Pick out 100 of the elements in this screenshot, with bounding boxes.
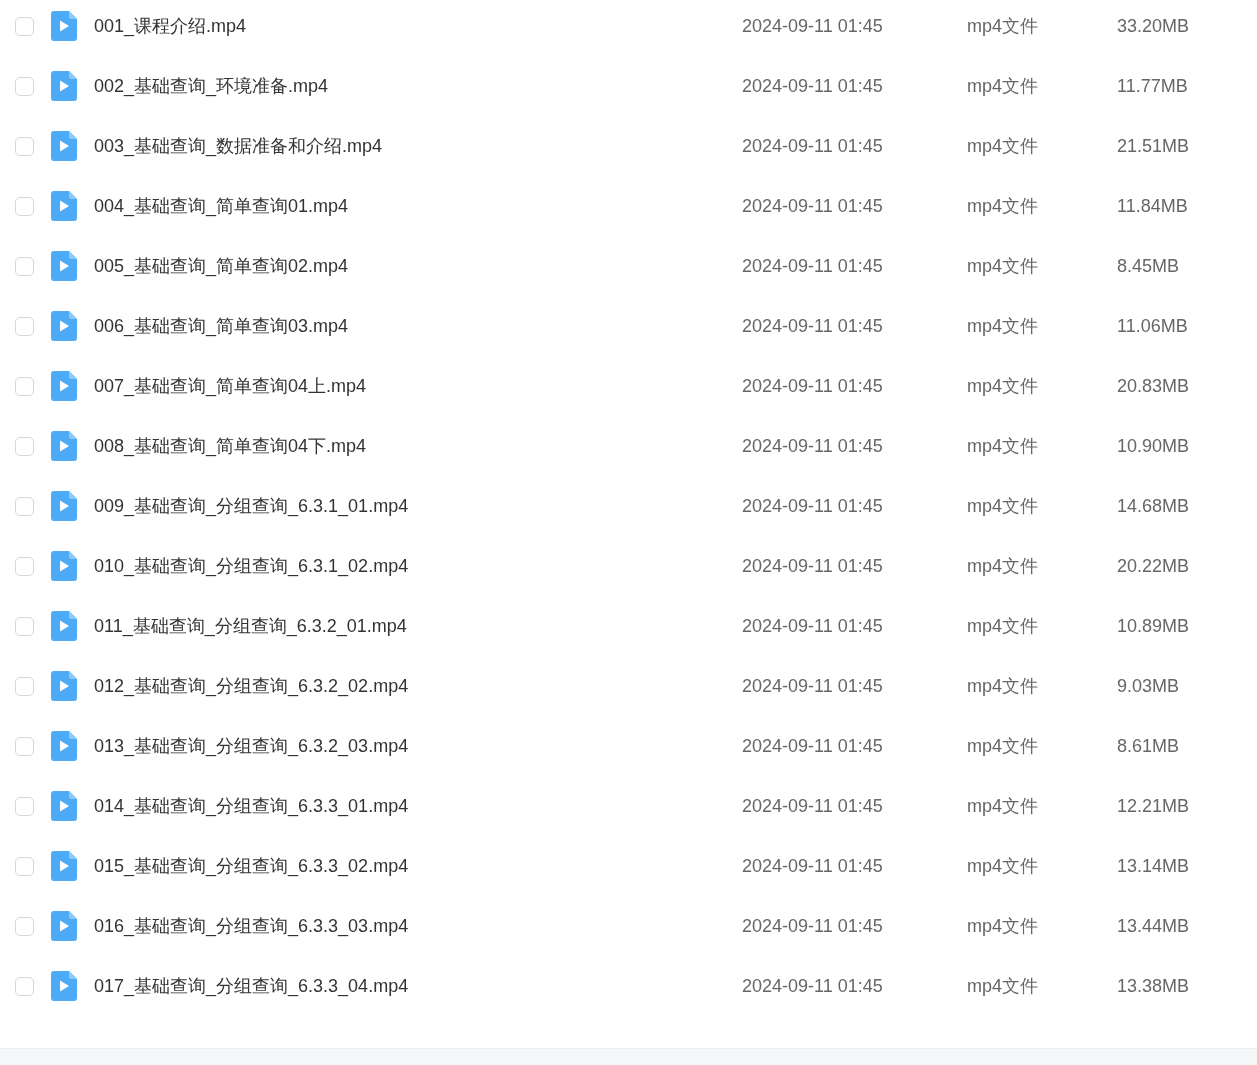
- file-type: mp4文件: [967, 735, 1039, 758]
- file-size: 11.06MB: [1117, 315, 1188, 337]
- video-file-icon: [51, 671, 77, 701]
- file-type: mp4文件: [967, 435, 1039, 458]
- video-file-icon: [51, 611, 77, 641]
- file-size: 12.21MB: [1117, 795, 1190, 817]
- checkbox[interactable]: [15, 856, 34, 876]
- file-name[interactable]: 003_基础查询_数据准备和介绍.mp4: [94, 134, 742, 158]
- video-file-icon: [51, 971, 77, 1001]
- video-file-icon: [51, 911, 77, 941]
- file-type: mp4文件: [967, 855, 1039, 878]
- file-size: 13.38MB: [1117, 975, 1190, 997]
- file-name[interactable]: 008_基础查询_简单查询04下.mp4: [94, 434, 742, 458]
- video-file-icon: [51, 11, 77, 41]
- checkbox[interactable]: [15, 796, 34, 816]
- checkbox[interactable]: [15, 436, 34, 456]
- file-name[interactable]: 016_基础查询_分组查询_6.3.3_03.mp4: [94, 914, 742, 938]
- modified-date: 2024-09-11 01:45: [742, 75, 884, 97]
- file-size: 14.68MB: [1117, 495, 1190, 517]
- modified-date: 2024-09-11 01:45: [742, 375, 884, 397]
- modified-date: 2024-09-11 01:45: [742, 795, 884, 817]
- checkbox[interactable]: [15, 76, 34, 96]
- checkbox[interactable]: [15, 316, 34, 336]
- file-size: 21.51MB: [1117, 135, 1190, 157]
- modified-date: 2024-09-11 01:45: [742, 255, 884, 277]
- modified-date: 2024-09-11 01:45: [742, 855, 884, 877]
- video-file-icon: [51, 251, 77, 281]
- file-type: mp4文件: [967, 15, 1039, 38]
- file-size: 13.44MB: [1117, 915, 1190, 937]
- video-file-icon: [51, 131, 77, 161]
- file-size: 33.20MB: [1117, 15, 1190, 37]
- video-file-icon: [51, 731, 77, 761]
- file-name[interactable]: 005_基础查询_简单查询02.mp4: [94, 254, 742, 278]
- video-file-icon: [51, 551, 77, 581]
- video-file-icon: [51, 491, 77, 521]
- modified-date: 2024-09-11 01:45: [742, 435, 884, 457]
- file-name[interactable]: 011_基础查询_分组查询_6.3.2_01.mp4: [94, 614, 742, 638]
- modified-date: 2024-09-11 01:45: [742, 15, 884, 37]
- modified-date: 2024-09-11 01:45: [742, 615, 884, 637]
- file-name[interactable]: 002_基础查询_环境准备.mp4: [94, 74, 742, 98]
- video-file-icon: [51, 851, 77, 881]
- file-size: 9.03MB: [1117, 675, 1180, 697]
- checkbox[interactable]: [15, 736, 34, 756]
- file-size: 11.77MB: [1117, 75, 1188, 97]
- file-type: mp4文件: [967, 675, 1039, 698]
- modified-date: 2024-09-11 01:45: [742, 495, 884, 517]
- file-name[interactable]: 010_基础查询_分组查询_6.3.1_02.mp4: [94, 554, 742, 578]
- file-name[interactable]: 017_基础查询_分组查询_6.3.3_04.mp4: [94, 974, 742, 998]
- file-name[interactable]: 014_基础查询_分组查询_6.3.3_01.mp4: [94, 794, 742, 818]
- modified-date: 2024-09-11 01:45: [742, 195, 884, 217]
- file-type: mp4文件: [967, 375, 1039, 398]
- file-size: 20.83MB: [1117, 375, 1190, 397]
- video-file-icon: [51, 191, 77, 221]
- file-size: 10.89MB: [1117, 615, 1190, 637]
- file-type: mp4文件: [967, 975, 1039, 998]
- file-size: 11.84MB: [1117, 195, 1188, 217]
- file-name[interactable]: 004_基础查询_简单查询01.mp4: [94, 194, 742, 218]
- modified-date: 2024-09-11 01:45: [742, 315, 884, 337]
- video-file-icon: [51, 791, 77, 821]
- file-name[interactable]: 001_课程介绍.mp4: [94, 14, 742, 38]
- checkbox[interactable]: [15, 256, 34, 276]
- checkbox[interactable]: [15, 196, 34, 216]
- checkbox[interactable]: [15, 376, 34, 396]
- file-size: 20.22MB: [1117, 555, 1190, 577]
- file-size: 13.14MB: [1117, 855, 1190, 877]
- checkbox[interactable]: [15, 916, 34, 936]
- modified-date: 2024-09-11 01:45: [742, 915, 884, 937]
- file-name[interactable]: 006_基础查询_简单查询03.mp4: [94, 314, 742, 338]
- checkbox[interactable]: [15, 556, 34, 576]
- file-type: mp4文件: [967, 795, 1039, 818]
- file-type: mp4文件: [967, 315, 1039, 338]
- video-file-icon: [51, 311, 77, 341]
- file-name[interactable]: 013_基础查询_分组查询_6.3.2_03.mp4: [94, 734, 742, 758]
- checkbox[interactable]: [15, 16, 34, 36]
- video-file-icon: [51, 71, 77, 101]
- video-file-icon: [51, 371, 77, 401]
- file-type: mp4文件: [967, 195, 1039, 218]
- file-type: mp4文件: [967, 255, 1039, 278]
- file-name[interactable]: 012_基础查询_分组查询_6.3.2_02.mp4: [94, 674, 742, 698]
- modified-date: 2024-09-11 01:45: [742, 975, 884, 997]
- file-type: mp4文件: [967, 915, 1039, 938]
- file-type: mp4文件: [967, 135, 1039, 158]
- file-name[interactable]: 007_基础查询_简单查询04上.mp4: [94, 374, 742, 398]
- file-size: 10.90MB: [1117, 435, 1190, 457]
- modified-date: 2024-09-11 01:45: [742, 135, 884, 157]
- video-file-icon: [51, 431, 77, 461]
- file-type: mp4文件: [967, 495, 1039, 518]
- checkbox[interactable]: [15, 976, 34, 996]
- file-type: mp4文件: [967, 75, 1039, 98]
- modified-date: 2024-09-11 01:45: [742, 735, 884, 757]
- modified-date: 2024-09-11 01:45: [742, 675, 884, 697]
- file-name[interactable]: 009_基础查询_分组查询_6.3.1_01.mp4: [94, 494, 742, 518]
- checkbox[interactable]: [15, 676, 34, 696]
- checkbox[interactable]: [15, 136, 34, 156]
- file-type: mp4文件: [967, 555, 1039, 578]
- checkbox[interactable]: [15, 616, 34, 636]
- file-type: mp4文件: [967, 615, 1039, 638]
- file-name[interactable]: 015_基础查询_分组查询_6.3.3_02.mp4: [94, 854, 742, 878]
- checkbox[interactable]: [15, 496, 34, 516]
- file-size: 8.61MB: [1117, 735, 1180, 757]
